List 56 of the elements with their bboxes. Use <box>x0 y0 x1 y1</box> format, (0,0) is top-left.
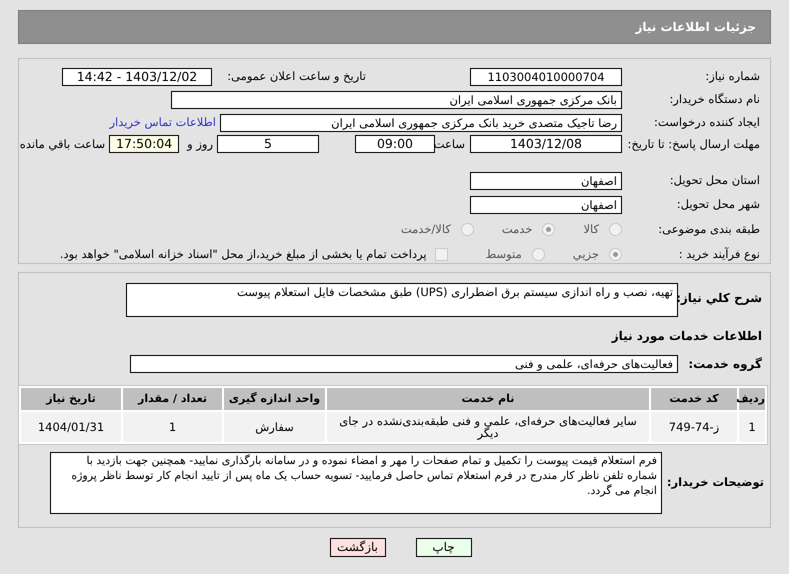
radio-button[interactable] <box>460 223 474 236</box>
checkbox[interactable] <box>434 248 448 261</box>
requester-field: رضا تاجیک متصدی خرید بانک مرکزی جمهوری اسلامی ایران <box>220 114 622 132</box>
deadline-time-field: 09:00 <box>355 135 435 153</box>
contact-link[interactable]: اطلاعات تماس خریدار <box>109 114 216 132</box>
announce-date-field: 1403/12/02 - 14:42 <box>62 68 212 86</box>
need-number-field: 1103004010000704 <box>470 68 622 86</box>
field-label: گروه خدمت: <box>687 356 763 373</box>
column-header: ردیف <box>739 388 765 410</box>
radio-label: کالا <box>583 220 599 238</box>
field-label: طبقه بندی موضوعی: <box>657 220 761 238</box>
radio-label: خدمت <box>502 220 532 238</box>
days-field: 5 <box>217 135 319 153</box>
remaining-time-field: 17:50:04 <box>109 135 180 153</box>
radio-button[interactable] <box>542 223 556 236</box>
back-button[interactable]: بازگشت <box>330 538 386 557</box>
radio-button[interactable] <box>609 248 622 261</box>
table-cell: 1404/01/31 <box>21 412 121 442</box>
column-header: کد خدمت <box>651 388 737 410</box>
buyer-name-field: بانک مرکزی جمهوری اسلامی ایران <box>171 91 622 109</box>
field-label: مهلت ارسال پاسخ: تا تاریخ: <box>626 136 761 151</box>
column-header: واحد اندازه گیری <box>224 388 325 410</box>
field-label: تاریخ و ساعت اعلان عمومی: <box>226 68 366 86</box>
deadline-date-field: 1403/12/08 <box>470 135 622 153</box>
table-cell: 1 <box>123 412 222 442</box>
description-field: تهیه، نصب و راه اندازی سیستم برق اضطراری (UPS) طبق مشخصات فایل استعلام پیوست <box>126 283 678 317</box>
radio-button[interactable] <box>609 223 622 236</box>
checkbox-label: پرداخت تمام یا بخشی از مبلغ خرید،از محل "اسناد خزانه اسلامی" خواهد بود. <box>60 246 427 263</box>
table-cell: ز-74-749 <box>651 412 737 442</box>
field-label: ساعت باقي مانده <box>20 136 106 153</box>
field-label: شهر محل تحویل: <box>676 196 761 214</box>
city-field: اصفهان <box>470 196 622 214</box>
radio-label: متوسط <box>486 246 522 263</box>
column-header: نام خدمت <box>327 388 649 410</box>
field-label: شماره نیاز: <box>704 68 761 86</box>
column-header: تاریخ نیاز <box>21 388 121 410</box>
field-label: شرح کلي نیاز: <box>678 290 763 307</box>
table-cell: سایر فعالیت‌های حرفه‌ای، علمی و فنی طبقه‌بندی‌نشده در جای دیگر <box>327 412 649 442</box>
table-cell: 1 <box>739 412 765 442</box>
radio-label: جزیي <box>572 246 599 263</box>
field-label: نام دستگاه خریدار: <box>668 91 761 108</box>
print-button[interactable]: چاپ <box>416 538 472 557</box>
service-group-field: فعالیت‌های حرفه‌ای، علمی و فنی <box>130 355 678 373</box>
field-label: نوع فرآیند خرید : <box>678 246 761 263</box>
section-title: اطلاعات خدمات مورد نیاز <box>610 328 763 345</box>
radio-button[interactable] <box>532 248 545 261</box>
field-label: استان محل تحویل: <box>668 172 761 190</box>
page-title: جزئیات اطلاعات نیاز <box>635 19 756 36</box>
field-label: ایجاد کننده درخواست: <box>653 114 761 132</box>
field-label: توضیحات خریدار: <box>666 474 765 492</box>
province-field: اصفهان <box>470 172 622 190</box>
buyer-notes-field: فرم استعلام قیمت پیوست را تکمیل و تمام صفحات را مهر و امضاء نموده و در سامانه بارگذاری نمایید- همچنین جهت بازدید با شماره تلفن ناظر کار مندرج در فرم استعلام تماس حاصل فرمایید- تسویه حساب یک ماه پس از تایید انجام کار توسط ناظر پروژه انجام می گردد. <box>50 452 662 514</box>
radio-label: کالا/خدمت <box>400 220 451 238</box>
field-label: روز و <box>187 136 213 153</box>
table-cell: سفارش <box>224 412 325 442</box>
column-header: تعداد / مقدار <box>123 388 222 410</box>
